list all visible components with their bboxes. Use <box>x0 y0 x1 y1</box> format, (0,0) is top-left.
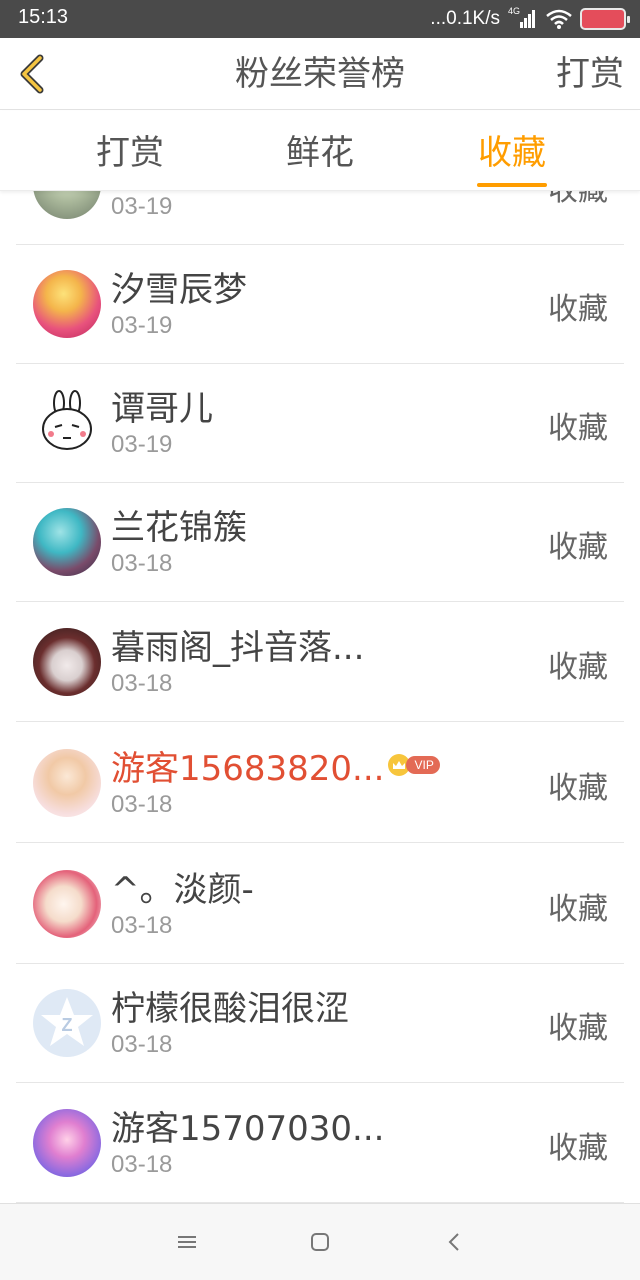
list-item[interactable]: 03-19 收藏 <box>16 191 624 245</box>
list-item[interactable]: ^。淡颜- 03-18 收藏 <box>16 844 624 964</box>
reward-button[interactable]: 打赏 <box>556 38 624 110</box>
user-name: 暮雨阁_抖音落... <box>111 627 365 668</box>
user-name: 谭哥儿 <box>111 388 213 429</box>
list-item[interactable]: 暮雨阁_抖音落... 03-18 收藏 <box>16 602 624 722</box>
user-name: 游客15683820... <box>111 748 385 789</box>
tab-flowers[interactable]: 鲜花 <box>250 111 390 191</box>
date: 03-18 <box>111 1031 173 1058</box>
avatar <box>33 749 101 817</box>
bunny-avatar-image <box>42 390 92 450</box>
favorite-label: 收藏 <box>548 411 608 446</box>
avatar: Z <box>33 989 101 1057</box>
avatar <box>33 389 101 457</box>
wifi-icon <box>546 9 572 29</box>
page-title: 粉丝荣誉榜 <box>235 54 405 94</box>
list-item[interactable]: 游客15707030... 03-18 收藏 <box>16 1083 624 1203</box>
favorite-label: 收藏 <box>548 1131 608 1166</box>
user-name: 兰花锦簇 <box>111 507 247 548</box>
user-name: 汐雪辰梦 <box>111 269 247 310</box>
date: 03-18 <box>111 912 173 939</box>
list-item[interactable]: Z 柠檬很酸泪很涩 03-18 收藏 <box>16 963 624 1083</box>
user-name: 游客15707030... <box>111 1108 385 1149</box>
default-avatar-icon: Z <box>41 997 93 1046</box>
battery-icon <box>580 8 630 30</box>
list-item[interactable]: 汐雪辰梦 03-19 收藏 <box>16 244 624 364</box>
network-type: 4G <box>508 6 521 16</box>
date: 03-18 <box>111 670 173 697</box>
svg-text:Z: Z <box>62 1015 73 1035</box>
network-speed: ...0.1K/s <box>430 8 500 29</box>
vip-badge: VIP <box>388 754 440 776</box>
date: 03-18 <box>111 791 173 818</box>
nav-header: 粉丝荣誉榜 打赏 <box>0 38 640 110</box>
status-time: 15:13 <box>18 6 69 28</box>
avatar <box>33 191 101 219</box>
favorite-label: 收藏 <box>548 292 608 327</box>
date: 03-19 <box>111 193 173 220</box>
back-icon <box>448 1233 459 1251</box>
avatar <box>33 270 101 338</box>
vip-tag: VIP <box>406 756 440 774</box>
favorite-label: 收藏 <box>548 1011 608 1046</box>
user-name: 柠檬很酸泪很涩 <box>111 988 349 1029</box>
home-button[interactable] <box>300 1222 340 1262</box>
list-item[interactable]: 谭哥儿 03-19 收藏 <box>16 363 624 483</box>
status-indicators: ...0.1K/s 4G <box>430 6 630 32</box>
tab-favorites[interactable]: 收藏 <box>442 111 582 191</box>
tab-reward[interactable]: 打赏 <box>60 111 200 191</box>
user-name: ^。淡颜- <box>111 869 254 910</box>
tab-favorites-label: 收藏 <box>478 133 546 173</box>
status-bar: 15:13 ...0.1K/s 4G <box>0 0 640 38</box>
avatar <box>33 628 101 696</box>
date: 03-19 <box>111 431 173 458</box>
system-nav-bar <box>0 1203 640 1280</box>
date: 03-18 <box>111 1151 173 1178</box>
avatar <box>33 870 101 938</box>
avatar <box>33 508 101 576</box>
favorite-label: 收藏 <box>548 892 608 927</box>
favorite-label: 收藏 <box>548 191 608 209</box>
avatar <box>33 1109 101 1177</box>
home-icon <box>311 1233 329 1251</box>
favorite-label: 收藏 <box>548 530 608 565</box>
system-back-button[interactable] <box>434 1222 474 1262</box>
menu-button[interactable] <box>167 1222 207 1262</box>
menu-icon <box>178 1236 196 1248</box>
favorite-label: 收藏 <box>548 771 608 806</box>
tab-active-indicator <box>477 183 547 187</box>
date: 03-19 <box>111 312 173 339</box>
fan-list: 03-19 收藏 汐雪辰梦 03-19 收藏 谭哥儿 03-19 收藏 <box>0 191 640 1203</box>
list-item[interactable]: 游客15683820... VIP 03-18 收藏 <box>16 723 624 843</box>
date: 03-18 <box>111 550 173 577</box>
favorite-label: 收藏 <box>548 650 608 685</box>
signal-icon: 4G <box>508 6 538 30</box>
tab-bar: 打赏 鲜花 收藏 <box>0 111 640 191</box>
list-item[interactable]: 兰花锦簇 03-18 收藏 <box>16 482 624 602</box>
